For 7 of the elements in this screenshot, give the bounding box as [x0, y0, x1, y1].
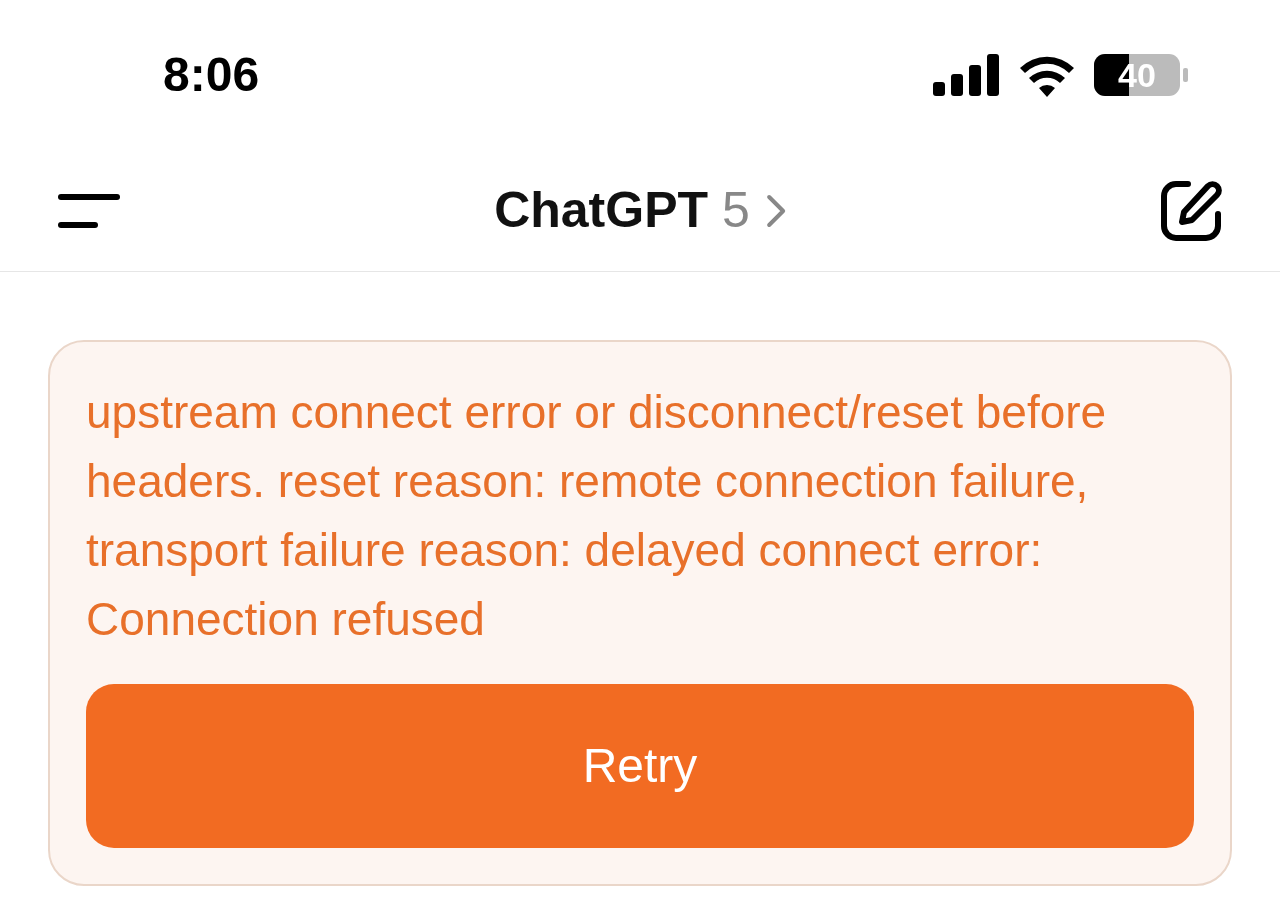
- menu-icon[interactable]: [58, 193, 120, 228]
- compose-icon[interactable]: [1160, 179, 1222, 242]
- clock: 8:06: [163, 47, 260, 103]
- error-message: upstream connect error or disconnect/reset before headers. reset reason: remote connection failure, transport failure reason: delayed connect error: Connection refused: [86, 385, 1108, 647]
- model-selector[interactable]: ChatGPT 5: [494, 173, 786, 248]
- chevron-icon: [765, 193, 786, 228]
- signal-icon: [933, 54, 1001, 96]
